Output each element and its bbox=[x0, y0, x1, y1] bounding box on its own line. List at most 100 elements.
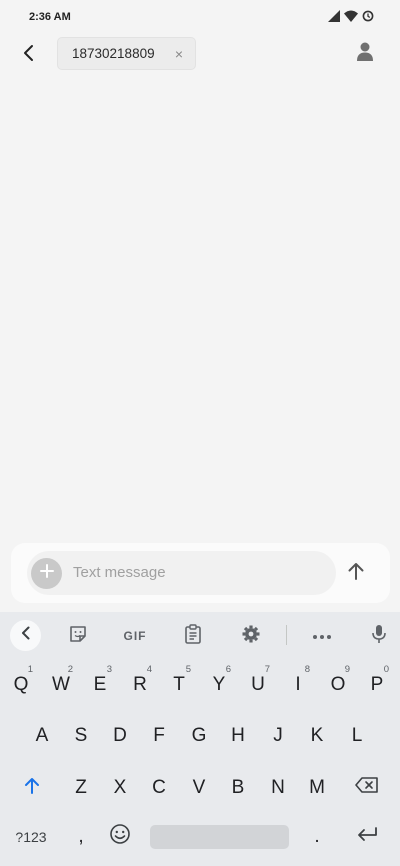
attach-button[interactable] bbox=[31, 558, 62, 589]
key-label: R bbox=[133, 674, 147, 695]
key-hint: 8 bbox=[304, 664, 310, 675]
key-n[interactable]: N bbox=[258, 763, 298, 813]
enter-key[interactable] bbox=[347, 812, 387, 862]
compose-field[interactable]: Text message bbox=[27, 551, 336, 595]
key-b[interactable]: B bbox=[218, 763, 258, 813]
key-m[interactable]: M bbox=[297, 763, 337, 813]
keyboard-toolbar: GIF bbox=[0, 612, 400, 658]
status-bar: 2:36 AM bbox=[0, 0, 400, 36]
key-j[interactable]: J bbox=[258, 711, 298, 761]
key-label: W bbox=[52, 674, 70, 695]
key-v[interactable]: V bbox=[179, 763, 219, 813]
key-hint: 9 bbox=[344, 664, 350, 675]
back-arrow-icon bbox=[21, 44, 37, 67]
key-t[interactable]: T5 bbox=[159, 660, 199, 710]
key-hint: 0 bbox=[383, 664, 389, 675]
key-row-1: Q1 W2 E3 R4 T5 Y6 U7 I8 O9 P0 bbox=[0, 660, 400, 710]
key-hint: 2 bbox=[67, 664, 73, 675]
key-label: T bbox=[173, 674, 185, 695]
recipient-number: 18730218809 bbox=[72, 46, 155, 61]
message-input[interactable]: Text message bbox=[73, 564, 166, 581]
recipient-chip[interactable]: 18730218809 × bbox=[57, 37, 196, 70]
key-g[interactable]: G bbox=[179, 711, 219, 761]
gif-button[interactable]: GIF bbox=[118, 620, 152, 652]
enter-icon bbox=[356, 826, 378, 848]
key-label: Q bbox=[13, 674, 29, 695]
contact-button[interactable] bbox=[356, 41, 378, 65]
comma-key[interactable]: , bbox=[61, 812, 101, 862]
collapse-toolbar-button[interactable] bbox=[10, 620, 41, 651]
key-a[interactable]: A bbox=[22, 711, 62, 761]
key-label: O bbox=[330, 674, 346, 695]
microphone-icon bbox=[371, 624, 387, 649]
wifi-icon bbox=[344, 10, 358, 22]
key-label: Y bbox=[212, 674, 226, 695]
shift-icon bbox=[24, 776, 40, 800]
remove-recipient-button[interactable]: × bbox=[175, 46, 183, 62]
clipboard-button[interactable] bbox=[177, 620, 209, 652]
sticker-icon bbox=[68, 624, 88, 649]
key-d[interactable]: D bbox=[100, 711, 140, 761]
key-row-4: ?123 , . bbox=[0, 812, 400, 862]
chevron-left-icon bbox=[21, 626, 31, 645]
key-hint: 7 bbox=[264, 664, 270, 675]
status-time: 2:36 AM bbox=[29, 11, 71, 23]
send-button[interactable] bbox=[346, 561, 370, 585]
key-label: P bbox=[370, 674, 384, 695]
space-key[interactable] bbox=[150, 825, 289, 849]
screen: 2:36 AM 18730218809 × Text message GIF Q… bbox=[0, 0, 400, 866]
more-icon bbox=[312, 627, 332, 645]
status-icons bbox=[328, 10, 374, 22]
period-key[interactable]: . bbox=[297, 812, 337, 862]
symbols-key[interactable]: ?123 bbox=[6, 812, 56, 862]
emoji-icon bbox=[109, 823, 131, 851]
key-i[interactable]: I8 bbox=[278, 660, 318, 710]
key-hint: 6 bbox=[225, 664, 231, 675]
keyboard: G I F Q 1 W 2 E 3 R 4 T 5 Y 6 U 7 I 8 O 9 … bbox=[0, 612, 400, 866]
key-w[interactable]: W2 bbox=[41, 660, 81, 710]
key-p[interactable]: P0 bbox=[357, 660, 397, 710]
key-y[interactable]: Y6 bbox=[199, 660, 239, 710]
sticker-button[interactable] bbox=[62, 620, 94, 652]
key-hint: 1 bbox=[27, 664, 33, 675]
key-c[interactable]: C bbox=[139, 763, 179, 813]
data-saver-icon bbox=[362, 10, 374, 22]
key-row-2: A S D F G H J K L bbox=[0, 711, 400, 761]
signal-icon bbox=[328, 10, 340, 22]
plus-icon bbox=[39, 564, 54, 583]
key-hint: 3 bbox=[106, 664, 112, 675]
back-button[interactable] bbox=[14, 40, 44, 70]
arrow-up-icon bbox=[346, 563, 366, 585]
key-x[interactable]: X bbox=[100, 763, 140, 813]
key-k[interactable]: K bbox=[297, 711, 337, 761]
gear-icon bbox=[241, 624, 261, 649]
key-s[interactable]: S bbox=[61, 711, 101, 761]
key-f[interactable]: F bbox=[139, 711, 179, 761]
key-row-3: Z X C V B N M bbox=[0, 763, 400, 813]
key-hint: 5 bbox=[185, 664, 191, 675]
shift-key[interactable] bbox=[12, 763, 52, 813]
emoji-key[interactable] bbox=[100, 812, 140, 862]
key-r[interactable]: R4 bbox=[120, 660, 160, 710]
backspace-icon bbox=[355, 777, 379, 799]
app-bar: 18730218809 × bbox=[0, 36, 400, 72]
more-button[interactable] bbox=[306, 620, 338, 652]
key-q[interactable]: Q1 bbox=[1, 660, 41, 710]
key-o[interactable]: O9 bbox=[318, 660, 358, 710]
person-icon bbox=[356, 42, 374, 65]
key-h[interactable]: H bbox=[218, 711, 258, 761]
backspace-key[interactable] bbox=[347, 763, 387, 813]
key-hint: 4 bbox=[146, 664, 152, 675]
key-z[interactable]: Z bbox=[61, 763, 101, 813]
voice-input-button[interactable] bbox=[363, 620, 395, 652]
key-u[interactable]: U7 bbox=[238, 660, 278, 710]
key-label: I bbox=[295, 674, 301, 695]
compose-bar: Text message bbox=[11, 543, 390, 603]
clipboard-icon bbox=[184, 623, 202, 649]
key-e[interactable]: E3 bbox=[80, 660, 120, 710]
toolbar-divider bbox=[286, 625, 287, 645]
key-l[interactable]: L bbox=[337, 711, 377, 761]
key-label: E bbox=[93, 674, 107, 695]
key-label: U bbox=[251, 674, 265, 695]
settings-button[interactable] bbox=[235, 620, 267, 652]
